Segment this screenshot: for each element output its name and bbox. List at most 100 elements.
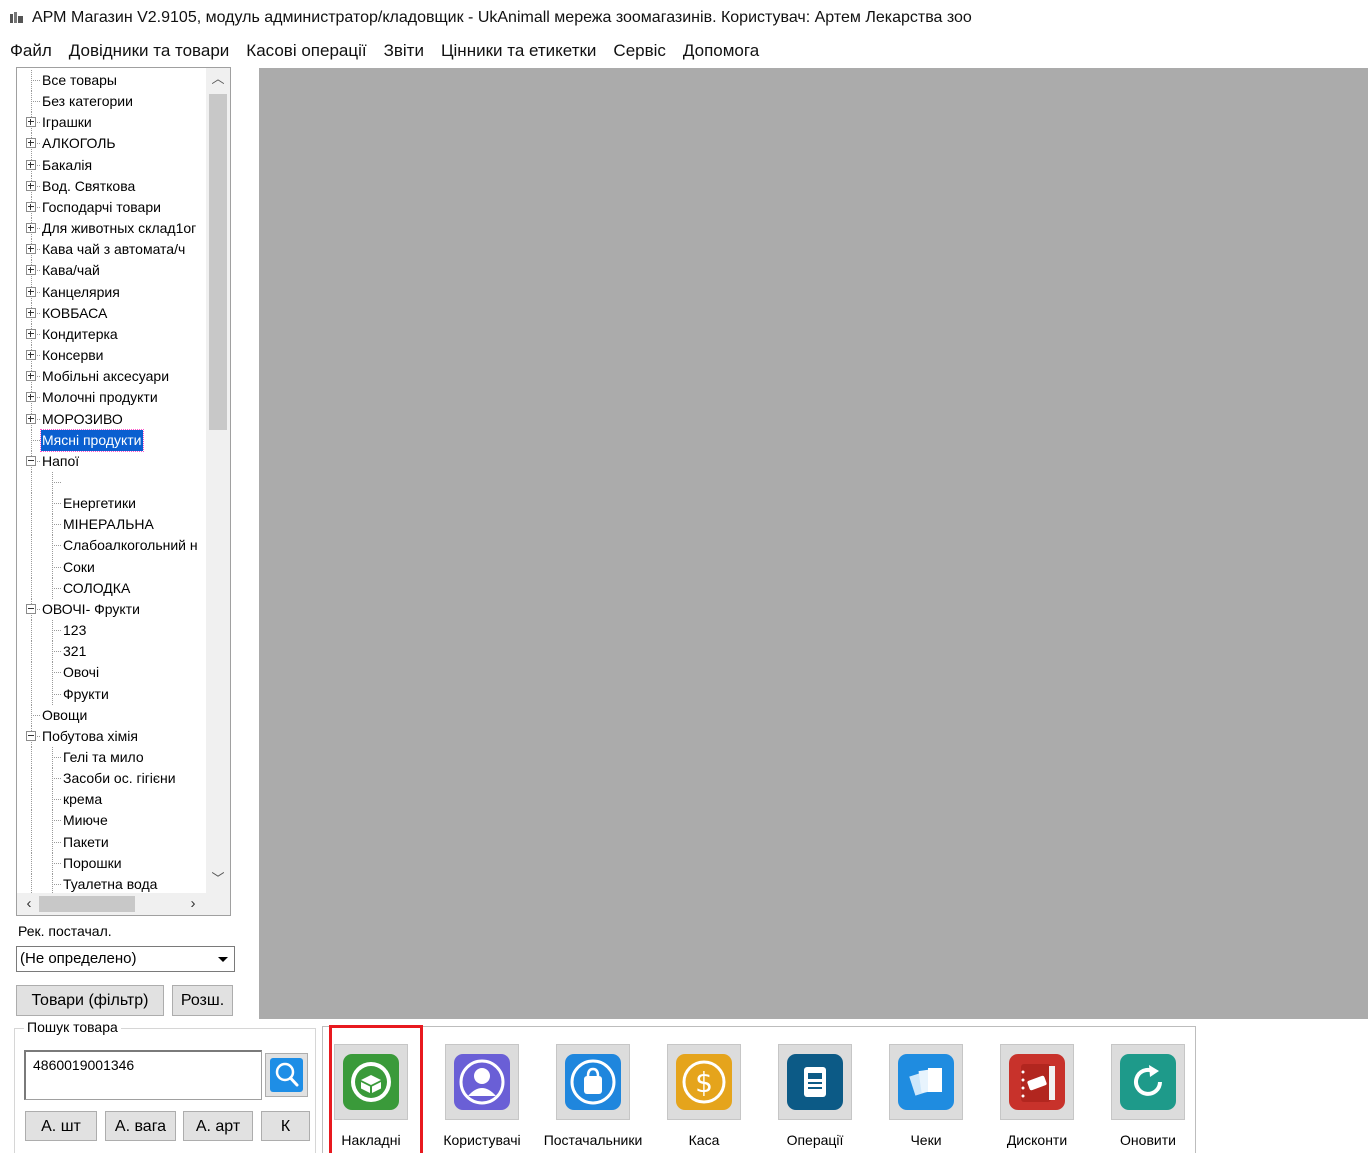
tool-operations[interactable]: Операції: [760, 1044, 870, 1153]
tree-item[interactable]: Консерви: [17, 345, 205, 367]
tree-item[interactable]: крема: [17, 789, 205, 811]
auto-pieces-button[interactable]: А. шт: [25, 1111, 97, 1141]
tool-receipts[interactable]: Чеки: [871, 1044, 981, 1153]
tree-item[interactable]: АЛКОГОЛЬ: [17, 133, 205, 155]
tree-item[interactable]: Фрукти: [17, 683, 205, 705]
menu-help[interactable]: Допомога: [683, 41, 759, 61]
tree-item[interactable]: Бакалія: [17, 154, 205, 176]
tree-item[interactable]: Овочі: [17, 662, 205, 684]
tool-label: Постачальники: [543, 1132, 643, 1148]
expand-plus-icon[interactable]: [26, 413, 36, 424]
expand-plus-icon[interactable]: [26, 307, 36, 318]
tree-item-label: Енергетики: [63, 495, 136, 512]
menu-file[interactable]: Файл: [10, 41, 52, 61]
expand-plus-icon[interactable]: [26, 244, 36, 255]
tree-item[interactable]: Для животных склад1ог: [17, 218, 205, 240]
tree-item[interactable]: Слабоалкогольний н: [17, 535, 205, 557]
tree-item[interactable]: Без категории: [17, 91, 205, 113]
tree-horizontal-scrollbar[interactable]: ‹ ›: [17, 893, 230, 915]
tree-guide-line: [31, 556, 32, 578]
tree-item[interactable]: КОВБАСА: [17, 302, 205, 324]
tree-item[interactable]: Іграшки: [17, 112, 205, 134]
scroll-right-icon[interactable]: ›: [183, 893, 203, 915]
tree-guide-line: [52, 545, 61, 547]
menu-service[interactable]: Сервіс: [613, 41, 666, 61]
tree-item[interactable]: Побутова хімія: [17, 725, 205, 747]
expand-plus-icon[interactable]: [26, 138, 36, 149]
tree-item[interactable]: Туалетна вода: [17, 873, 205, 894]
expand-plus-icon[interactable]: [26, 265, 36, 276]
expand-button[interactable]: Розш.: [172, 985, 233, 1016]
barcode-search-input[interactable]: 4860019001346: [24, 1050, 262, 1100]
tree-item[interactable]: СОЛОДКА: [17, 577, 205, 599]
tree-item[interactable]: Соки: [17, 556, 205, 578]
tool-cash[interactable]: $ Каса: [649, 1044, 759, 1153]
tree-item[interactable]: Молочні продукти: [17, 387, 205, 409]
tree-item[interactable]: 321: [17, 641, 205, 663]
collapse-minus-icon[interactable]: [26, 730, 36, 741]
tree-item-label: Пакети: [63, 833, 109, 850]
menu-directories-goods[interactable]: Довідники та товари: [69, 41, 230, 61]
tree-item[interactable]: Мобільні аксесуари: [17, 366, 205, 388]
tree-item[interactable]: МОРОЗИВО: [17, 408, 205, 430]
search-button[interactable]: [265, 1053, 308, 1097]
scroll-left-icon[interactable]: ‹: [19, 893, 39, 915]
tree-item[interactable]: 123: [17, 620, 205, 642]
tool-refresh[interactable]: Оновити: [1093, 1044, 1203, 1153]
tree-item[interactable]: Кондитерка: [17, 323, 205, 345]
tree-item[interactable]: Канцелярия: [17, 281, 205, 303]
expand-plus-icon[interactable]: [26, 328, 36, 339]
tree-item[interactable]: Миюче: [17, 810, 205, 832]
tree-item[interactable]: Господарчі товари: [17, 196, 205, 218]
tree-item[interactable]: Все товары: [17, 70, 205, 91]
tree-item[interactable]: Енергетики: [17, 493, 205, 515]
scroll-down-icon[interactable]: ﹀: [206, 868, 230, 890]
tool-users[interactable]: Користувачі: [427, 1044, 537, 1153]
tree-horizontal-scroll-thumb[interactable]: [39, 896, 135, 912]
tree-item-label: Вод. Святкова: [42, 177, 136, 194]
tree-item[interactable]: Овощи: [17, 704, 205, 726]
expand-plus-icon[interactable]: [26, 371, 36, 382]
expand-plus-icon[interactable]: [26, 223, 36, 234]
tool-discounts[interactable]: Дисконти: [982, 1044, 1092, 1153]
expand-plus-icon[interactable]: [26, 350, 36, 361]
tree-item[interactable]: Пакети: [17, 831, 205, 853]
menu-price-tags-labels[interactable]: Цінники та етикетки: [441, 41, 596, 61]
auto-weight-button[interactable]: А. вага: [105, 1111, 176, 1141]
tree-item[interactable]: Порошки: [17, 852, 205, 874]
scroll-up-icon[interactable]: ︿: [206, 68, 230, 90]
expand-plus-icon[interactable]: [26, 201, 36, 212]
expand-plus-icon[interactable]: [26, 392, 36, 403]
tree-item[interactable]: [17, 471, 205, 493]
tree-item[interactable]: Вод. Святкова: [17, 175, 205, 197]
tree-item[interactable]: Кава чай з автомата/ч: [17, 239, 205, 261]
tree-item[interactable]: Засоби ос. гігієни: [17, 768, 205, 790]
category-tree[interactable]: Все товары Без категории Іграшки АЛКОГОЛЬ Ба…: [16, 67, 231, 916]
tree-guide-line: [52, 672, 61, 674]
collapse-minus-icon[interactable]: [26, 455, 36, 466]
menu-cash-operations[interactable]: Касові операції: [246, 41, 366, 61]
tree-item[interactable]: Кава/чай: [17, 260, 205, 282]
tree-item[interactable]: ОВОЧІ- Фрукти: [17, 598, 205, 620]
expand-plus-icon[interactable]: [26, 180, 36, 191]
goods-filter-button[interactable]: Товари (фільтр): [16, 985, 164, 1016]
category-tree-content: Все товары Без категории Іграшки АЛКОГОЛЬ Ба…: [17, 70, 205, 894]
collapse-minus-icon[interactable]: [26, 603, 36, 614]
expand-plus-icon[interactable]: [26, 117, 36, 128]
tree-item[interactable]: Мясні продукти: [17, 428, 205, 452]
tree-vertical-scroll-thumb[interactable]: [209, 94, 227, 430]
shopping-bag-icon: [565, 1054, 621, 1110]
auto-article-button[interactable]: А. арт: [183, 1111, 253, 1141]
expand-plus-icon[interactable]: [26, 286, 36, 297]
supplier-select[interactable]: (Не определено): [16, 946, 235, 972]
tree-item[interactable]: МІНЕРАЛЬНА: [17, 514, 205, 536]
tree-item[interactable]: Напої: [17, 450, 205, 472]
tree-vertical-scrollbar[interactable]: ︿ ﹀: [206, 68, 230, 894]
tree-item-label: Засоби ос. гігієни: [63, 770, 176, 787]
menu-reports[interactable]: Звіти: [384, 41, 424, 61]
tree-item[interactable]: Гелі та мило: [17, 747, 205, 768]
expand-plus-icon[interactable]: [26, 159, 36, 170]
chevron-down-icon[interactable]: [214, 950, 232, 968]
tool-suppliers[interactable]: Постачальники: [538, 1044, 648, 1153]
k-button[interactable]: К: [261, 1111, 310, 1141]
